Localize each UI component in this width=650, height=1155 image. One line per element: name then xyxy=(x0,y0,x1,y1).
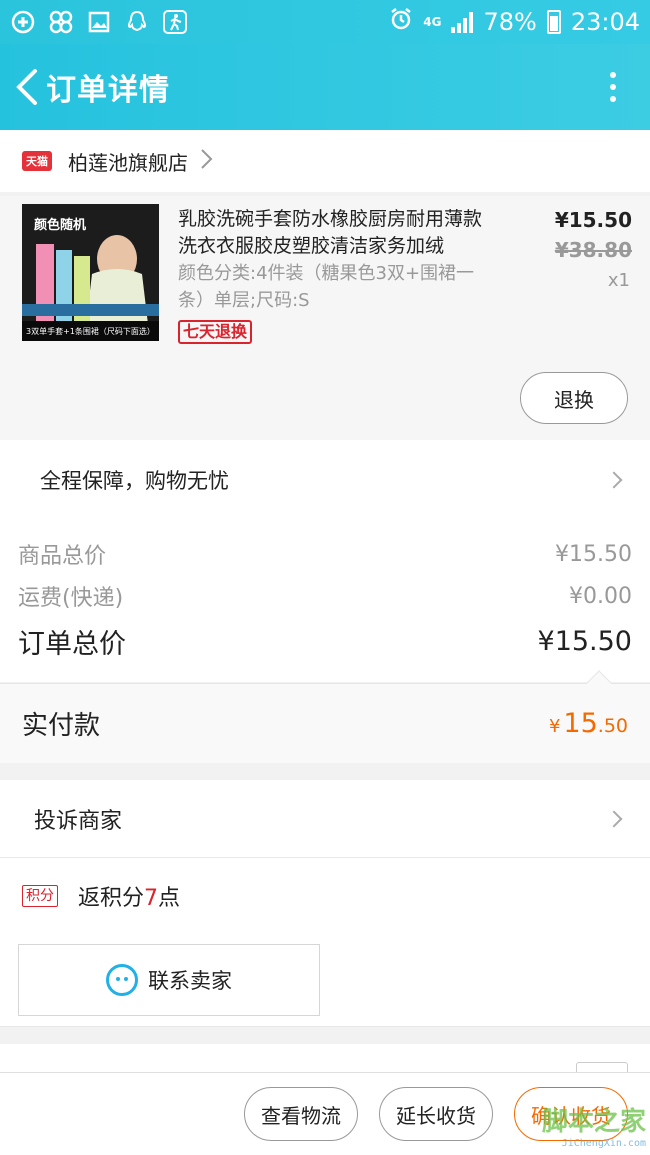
points-section: 积分 返积分 7 点 联系卖家 xyxy=(0,858,650,1026)
paid-currency: ¥ xyxy=(548,716,561,737)
guarantee-label: 全程保障，购物无忧 xyxy=(40,469,229,493)
points-badge: 积分 xyxy=(22,885,58,907)
network-type: 4G xyxy=(423,15,442,29)
paid-amount: ¥ 15 .50 xyxy=(549,708,628,739)
goods-total-value: ¥15.50 xyxy=(555,541,632,567)
view-logistics-button[interactable]: 查看物流 xyxy=(244,1087,358,1141)
item-quantity: x1 xyxy=(607,270,630,291)
shop-row[interactable]: 天猫 柏莲池旗舰店 xyxy=(0,130,650,192)
paid-amount-dec: .50 xyxy=(597,715,628,737)
battery-icon xyxy=(546,10,561,34)
running-man-icon xyxy=(162,9,188,35)
contact-seller-button[interactable]: 联系卖家 xyxy=(18,944,320,1016)
points-suffix: 点 xyxy=(158,886,181,911)
gallery-icon xyxy=(86,9,112,35)
title-bar: 订单详情 xyxy=(0,44,650,130)
item-original-price: ¥38.80 xyxy=(554,238,632,262)
page-title: 订单详情 xyxy=(46,73,170,108)
order-item[interactable]: 颜色随机 3双单手套+1条围裙（尺码下面选） 乳胶洗碗手套防水橡胶厨房耐用薄款洗… xyxy=(0,196,650,440)
signal-icon xyxy=(451,11,474,33)
section-divider xyxy=(0,1026,650,1044)
chevron-right-icon xyxy=(605,810,623,827)
price-summary: 商品总价 ¥15.50 运费(快递) ¥0.00 订单总价 ¥15.50 xyxy=(0,520,650,682)
more-options-icon[interactable] xyxy=(610,72,616,102)
seven-day-return-badge: 七天退换 xyxy=(178,320,253,344)
watermark-main: 脚本之家 xyxy=(541,1107,646,1137)
battery-percent: 78% xyxy=(483,8,537,36)
back-arrow-icon[interactable] xyxy=(6,44,46,130)
points-text: 返积分 7 点 xyxy=(78,880,180,912)
complain-label: 投诉商家 xyxy=(34,808,123,834)
product-title[interactable]: 乳胶洗碗手套防水橡胶厨房耐用薄款洗衣衣服胶皮塑胶清洁家务加绒 xyxy=(178,206,498,260)
status-bar: 4G 78% 23:04 xyxy=(0,0,650,44)
item-price: ¥15.50 xyxy=(554,208,632,232)
chevron-right-icon xyxy=(200,148,214,175)
chevron-right-icon xyxy=(605,471,623,489)
clock: 23:04 xyxy=(570,8,640,36)
order-total-label: 订单总价 xyxy=(18,629,126,660)
points-prefix: 返积分 xyxy=(78,886,145,911)
shipping-label: 运费(快递) xyxy=(18,586,124,611)
contact-seller-label: 联系卖家 xyxy=(148,969,232,993)
paid-amount-row: 实付款 ¥ 15 .50 xyxy=(0,670,650,763)
chat-face-icon xyxy=(106,964,138,996)
refund-exchange-button[interactable]: 退换 xyxy=(520,372,628,424)
product-spec: 颜色分类:4件装（糖果色3双+围裙一条）单层;尺码:S xyxy=(178,263,475,311)
watermark-sub: JiChengXin.com xyxy=(561,1138,646,1149)
guarantee-row[interactable]: 全程保障，购物无忧 xyxy=(0,440,650,520)
site-watermark: 脚本之家 JiChengXin.com xyxy=(542,1101,646,1149)
points-row: 积分 返积分 7 点 xyxy=(22,880,180,912)
paid-label: 实付款 xyxy=(22,711,101,741)
extend-receipt-button[interactable]: 延长收货 xyxy=(379,1087,493,1141)
shop-name: 柏莲池旗舰店 xyxy=(68,150,188,175)
alarm-icon xyxy=(389,7,413,37)
points-number: 7 xyxy=(144,886,159,911)
thumb-caption: 3双单手套+1条围裙（尺码下面选） xyxy=(22,321,159,341)
goods-total-row: 商品总价 ¥15.50 xyxy=(18,538,632,570)
clover-icon xyxy=(48,9,74,35)
order-total-row: 订单总价 ¥15.50 xyxy=(18,622,632,661)
tmall-badge: 天猫 xyxy=(22,151,52,171)
shipping-value: ¥0.00 xyxy=(569,583,632,609)
health-plus-icon xyxy=(10,9,36,35)
thumb-tag: 颜色随机 xyxy=(34,218,87,233)
paid-amount-int: 15 xyxy=(563,708,598,739)
goods-total-label: 商品总价 xyxy=(18,544,107,569)
complain-seller-row[interactable]: 投诉商家 xyxy=(0,780,650,858)
qq-icon xyxy=(124,9,150,35)
shipping-row: 运费(快递) ¥0.00 xyxy=(18,580,632,612)
product-thumbnail[interactable]: 颜色随机 3双单手套+1条围裙（尺码下面选） xyxy=(22,204,159,341)
next-section-peek xyxy=(0,1044,650,1074)
bottom-action-bar: 查看物流 延长收货 确认收货 脚本之家 JiChengXin.com xyxy=(0,1072,650,1155)
order-total-value: ¥15.50 xyxy=(537,626,632,657)
